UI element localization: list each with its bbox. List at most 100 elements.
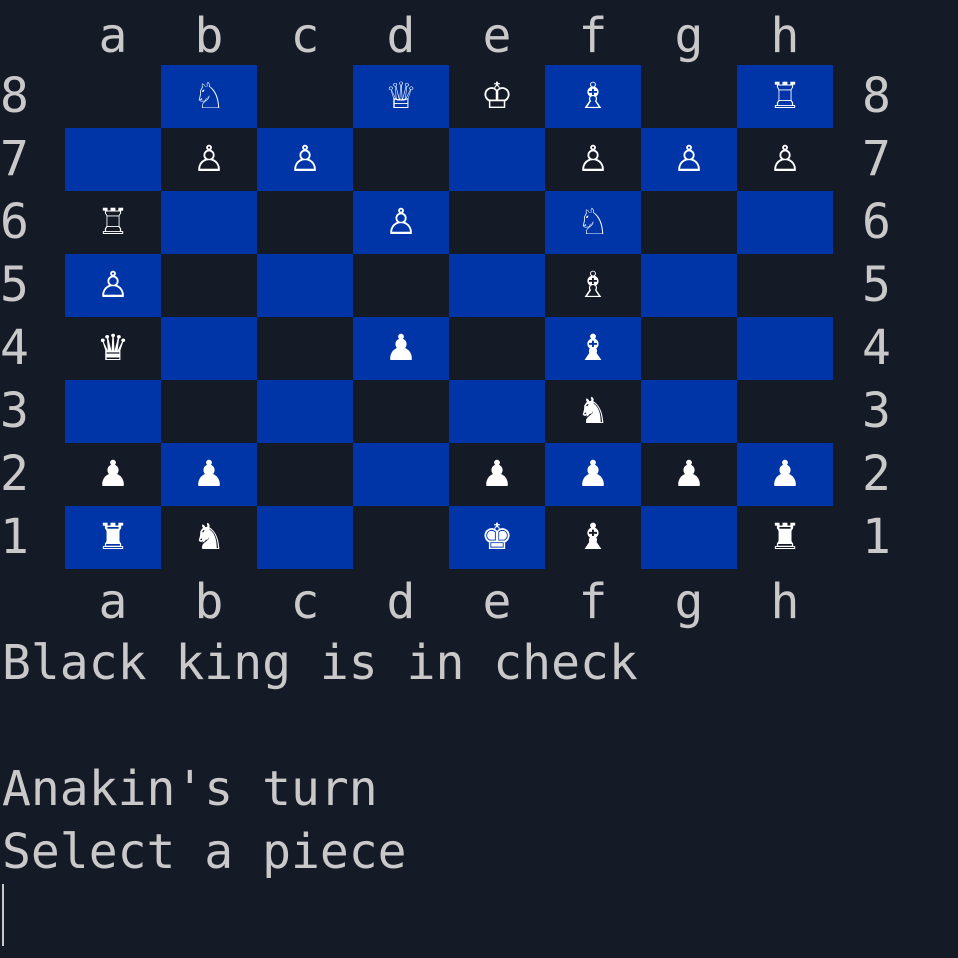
square-b7[interactable]: ♙ — [161, 128, 257, 191]
square-f5[interactable]: ♗ — [545, 254, 641, 317]
square-g5[interactable] — [641, 254, 737, 317]
file-label-d: d — [386, 574, 416, 630]
piece-b2: ♟ — [192, 453, 226, 495]
square-d7[interactable] — [353, 128, 449, 191]
rank-label-7: 7 — [862, 131, 891, 187]
square-a1[interactable]: ♜ — [65, 506, 161, 569]
square-e3[interactable] — [449, 380, 545, 443]
square-b1[interactable]: ♞ — [161, 506, 257, 569]
square-e6[interactable] — [449, 191, 545, 254]
piece-f2: ♟ — [576, 453, 610, 495]
square-a7[interactable] — [65, 128, 161, 191]
square-d4[interactable]: ♟ — [353, 317, 449, 380]
piece-a4: ♛ — [96, 327, 130, 369]
square-e4[interactable] — [449, 317, 545, 380]
square-e8[interactable]: ♔ — [449, 65, 545, 128]
rank-label-3: 3 — [862, 383, 891, 439]
square-h6[interactable] — [737, 191, 833, 254]
square-a3[interactable] — [65, 380, 161, 443]
square-b2[interactable]: ♟ — [161, 443, 257, 506]
file-label-b: b — [194, 574, 224, 630]
piece-b7: ♙ — [192, 138, 226, 180]
square-f1[interactable]: ♝ — [545, 506, 641, 569]
square-d8[interactable]: ♕ — [353, 65, 449, 128]
turn-message: Anakin's turn — [2, 761, 378, 817]
piece-f6: ♘ — [576, 201, 610, 243]
square-g8[interactable] — [641, 65, 737, 128]
rank-label-1: 1 — [0, 509, 29, 565]
square-f7[interactable]: ♙ — [545, 128, 641, 191]
rank-label-4: 4 — [862, 320, 891, 376]
square-g1[interactable] — [641, 506, 737, 569]
square-e5[interactable] — [449, 254, 545, 317]
piece-d6: ♙ — [384, 201, 418, 243]
square-a5[interactable]: ♙ — [65, 254, 161, 317]
square-f8[interactable]: ♗ — [545, 65, 641, 128]
text-cursor[interactable] — [2, 884, 4, 946]
piece-e1: ♚ — [480, 516, 514, 558]
square-h7[interactable]: ♙ — [737, 128, 833, 191]
piece-h8: ♖ — [768, 75, 802, 117]
square-c1[interactable] — [257, 506, 353, 569]
rank-label-4: 4 — [0, 320, 29, 376]
chess-terminal: a b c d e f g h a b c d e f g h 8 7 6 5 4 3 2 1 8 7 6 5 4 3 2 1 ♘ ♕ ♔ ♗… — [0, 0, 958, 958]
square-a4[interactable]: ♛ — [65, 317, 161, 380]
file-label-c: c — [290, 8, 320, 64]
rank-label-2: 2 — [862, 446, 891, 502]
rank-label-7: 7 — [0, 131, 29, 187]
square-b8[interactable]: ♘ — [161, 65, 257, 128]
square-a2[interactable]: ♟ — [65, 443, 161, 506]
square-c5[interactable] — [257, 254, 353, 317]
piece-a2: ♟ — [96, 453, 130, 495]
square-g6[interactable] — [641, 191, 737, 254]
square-c2[interactable] — [257, 443, 353, 506]
rank-label-6: 6 — [0, 194, 29, 250]
square-c6[interactable] — [257, 191, 353, 254]
square-d6[interactable]: ♙ — [353, 191, 449, 254]
square-f6[interactable]: ♘ — [545, 191, 641, 254]
file-label-f: f — [578, 574, 608, 630]
square-e7[interactable] — [449, 128, 545, 191]
square-d3[interactable] — [353, 380, 449, 443]
square-b6[interactable] — [161, 191, 257, 254]
square-a8[interactable] — [65, 65, 161, 128]
square-h8[interactable]: ♖ — [737, 65, 833, 128]
square-d5[interactable] — [353, 254, 449, 317]
square-e1[interactable]: ♚ — [449, 506, 545, 569]
square-f3[interactable]: ♞ — [545, 380, 641, 443]
square-b5[interactable] — [161, 254, 257, 317]
square-g2[interactable]: ♟ — [641, 443, 737, 506]
square-h1[interactable]: ♜ — [737, 506, 833, 569]
piece-g2: ♟ — [672, 453, 706, 495]
piece-d8: ♕ — [384, 75, 418, 117]
file-label-e: e — [482, 574, 512, 630]
square-f2[interactable]: ♟ — [545, 443, 641, 506]
square-g7[interactable]: ♙ — [641, 128, 737, 191]
square-a6[interactable]: ♖ — [65, 191, 161, 254]
square-c8[interactable] — [257, 65, 353, 128]
rank-label-5: 5 — [862, 257, 891, 313]
file-label-h: h — [770, 574, 800, 630]
square-h4[interactable] — [737, 317, 833, 380]
square-c3[interactable] — [257, 380, 353, 443]
square-e2[interactable]: ♟ — [449, 443, 545, 506]
square-h2[interactable]: ♟ — [737, 443, 833, 506]
square-f4[interactable]: ♝ — [545, 317, 641, 380]
square-d2[interactable] — [353, 443, 449, 506]
file-label-a: a — [98, 574, 128, 630]
square-g3[interactable] — [641, 380, 737, 443]
square-c4[interactable] — [257, 317, 353, 380]
square-b4[interactable] — [161, 317, 257, 380]
square-b3[interactable] — [161, 380, 257, 443]
square-h5[interactable] — [737, 254, 833, 317]
piece-f7: ♙ — [576, 138, 610, 180]
square-g4[interactable] — [641, 317, 737, 380]
square-d1[interactable] — [353, 506, 449, 569]
square-c7[interactable]: ♙ — [257, 128, 353, 191]
piece-h7: ♙ — [768, 138, 802, 180]
rank-label-2: 2 — [0, 446, 29, 502]
piece-d4: ♟ — [384, 327, 418, 369]
square-h3[interactable] — [737, 380, 833, 443]
file-label-g: g — [674, 574, 704, 630]
file-label-a: a — [98, 8, 128, 64]
